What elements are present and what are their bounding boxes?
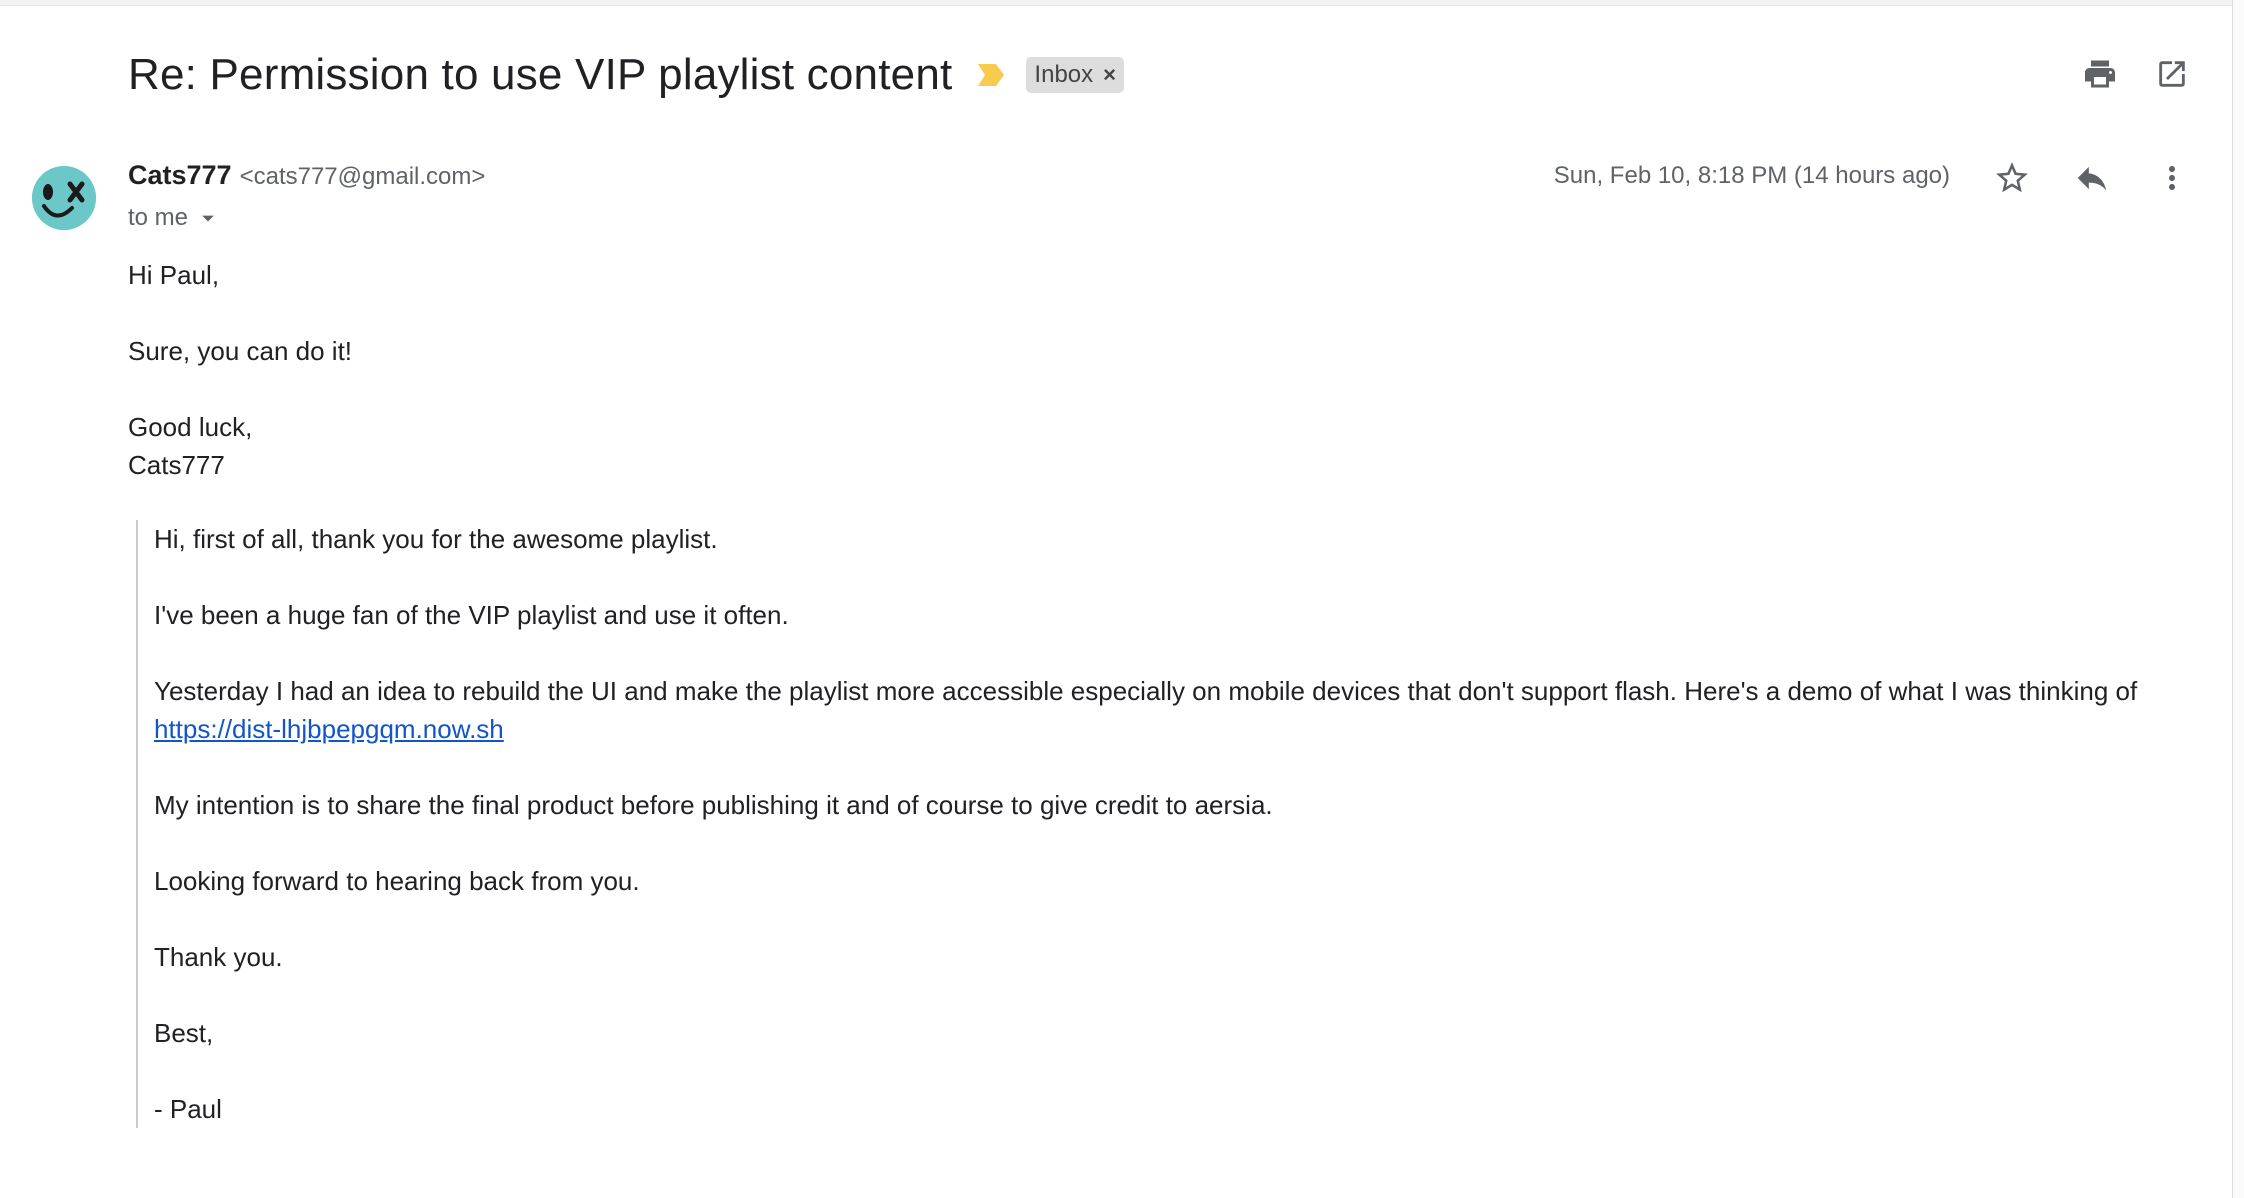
quoted-paragraph: Looking forward to hearing back from you… [154, 866, 640, 896]
important-marker-icon[interactable] [976, 62, 1006, 88]
more-options-button[interactable] [2148, 154, 2196, 202]
message-body: Hi Paul, Sure, you can do it! Good luck,… [128, 256, 2188, 484]
quoted-paragraph: Thank you. [154, 942, 283, 972]
quoted-paragraph: I've been a huge fan of the VIP playlist… [154, 600, 789, 630]
star-icon [1996, 162, 2028, 193]
quoted-paragraph-text: Yesterday I had an idea to rebuild the U… [154, 676, 2138, 706]
quoted-signature: - Paul [154, 1094, 222, 1124]
quoted-message: Hi, first of all, thank you for the awes… [136, 520, 2234, 1128]
message-date: Sun, Feb 10, 8:18 PM (14 hours ago) [1553, 162, 1950, 189]
recipient-text: to me [128, 204, 189, 231]
sender-line: Cats777 <cats777@gmail.com> [128, 160, 485, 196]
email-subject: Re: Permission to use VIP playlist conte… [128, 50, 953, 99]
print-button[interactable] [2076, 50, 2124, 98]
recipient-details-toggle[interactable]: to me [128, 202, 222, 234]
quoted-paragraph: Best, [154, 1018, 214, 1048]
reply-icon [2077, 166, 2107, 191]
sender-avatar[interactable] [32, 166, 96, 230]
remove-label-icon[interactable]: × [1103, 64, 1116, 86]
subject-row: Re: Permission to use VIP playlist conte… [128, 44, 1124, 106]
inbox-label-text: Inbox [1034, 61, 1094, 88]
open-in-new-window-button[interactable] [2148, 50, 2196, 98]
reply-button[interactable] [2068, 154, 2116, 202]
sender-name[interactable]: Cats777 [128, 160, 232, 191]
more-vert-icon [2169, 166, 2175, 190]
quoted-paragraph-with-link: Yesterday I had an idea to rebuild the U… [154, 672, 2234, 748]
window-top-edge [0, 0, 2232, 6]
print-icon [2085, 60, 2115, 88]
inbox-label-chip: Inbox × [1026, 57, 1124, 93]
body-greeting: Hi Paul, [128, 260, 220, 290]
sender-email: <cats777@gmail.com> [239, 163, 486, 190]
open-in-new-window-icon [2159, 61, 2185, 87]
quoted-paragraph: My intention is to share the final produ… [154, 790, 1273, 820]
star-button[interactable] [1988, 154, 2036, 202]
arrow-drop-down-icon [202, 215, 214, 222]
quoted-paragraph: Hi, first of all, thank you for the awes… [154, 524, 718, 554]
body-closing: Good luck, [128, 412, 253, 442]
cat-face-avatar [32, 166, 96, 230]
body-signature: Cats777 [128, 450, 225, 480]
demo-link[interactable]: https://dist-lhjbpepgqm.now.sh [154, 714, 504, 744]
body-line: Sure, you can do it! [128, 336, 353, 366]
